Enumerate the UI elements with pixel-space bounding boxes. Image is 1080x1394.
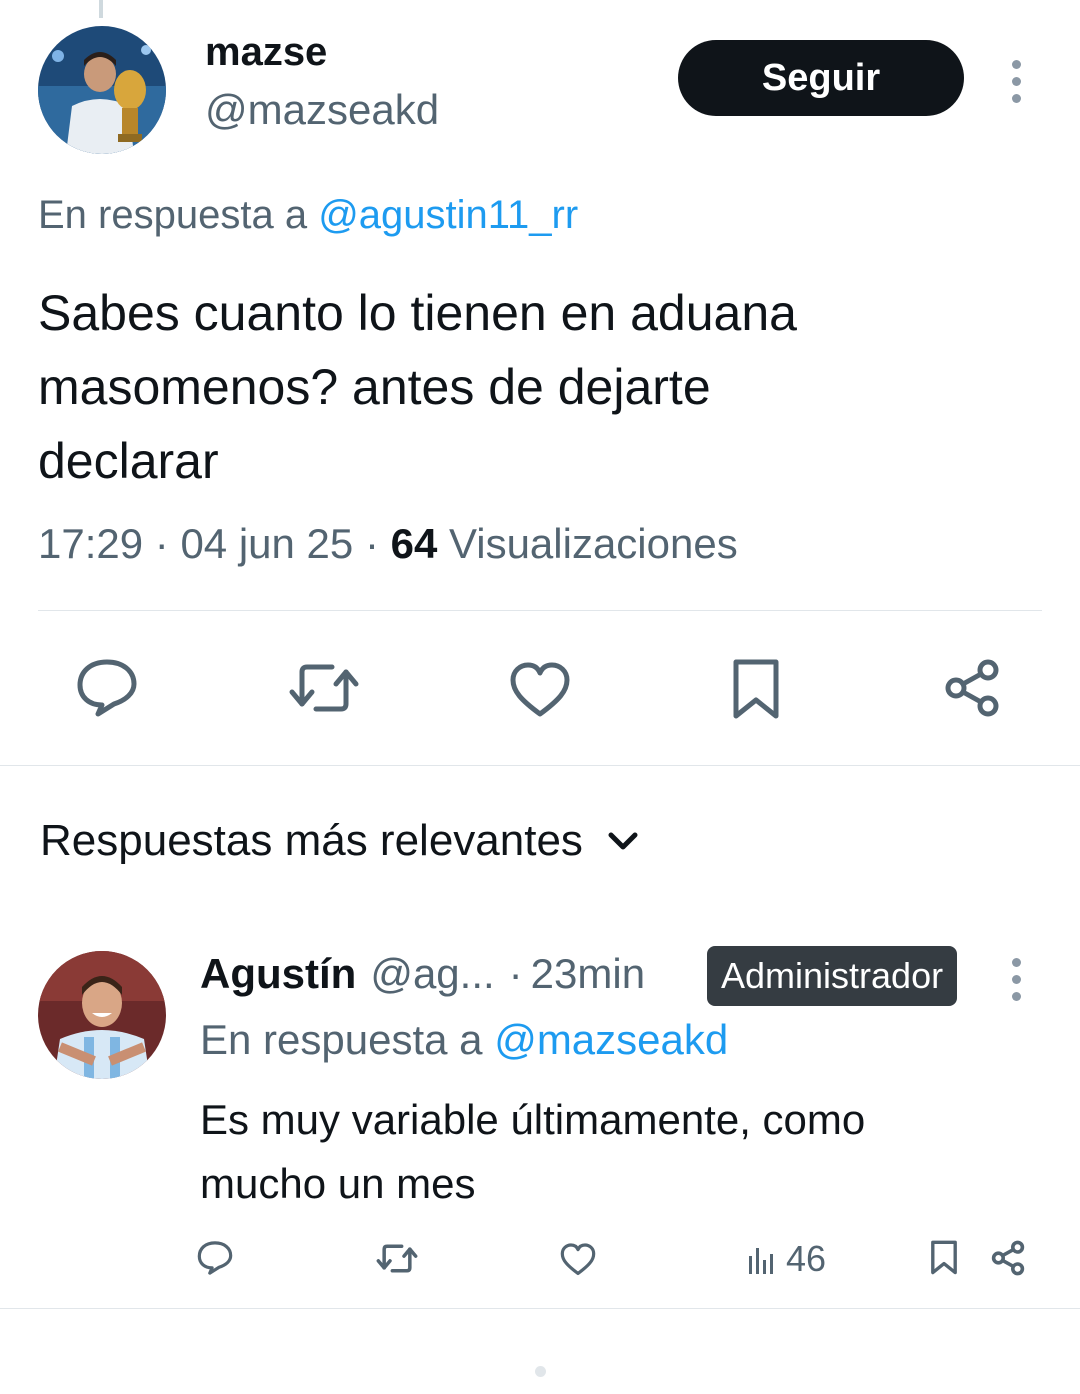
reply-more-options-icon[interactable] bbox=[1011, 958, 1021, 1001]
tweet-date[interactable]: 04 jun 25 bbox=[180, 520, 353, 567]
reply-in-reply-to-handle-link[interactable]: @mazseakd bbox=[494, 1016, 728, 1063]
reply-text-line: mucho un mes bbox=[200, 1160, 476, 1207]
like-icon[interactable] bbox=[560, 1243, 596, 1276]
tweet-text-line: masomenos? antes de dejarte bbox=[38, 359, 711, 415]
tweet-time[interactable]: 17:29 bbox=[38, 520, 143, 567]
author-handle[interactable]: @mazseakd bbox=[205, 86, 439, 134]
replies-sort-dropdown[interactable]: Respuestas más relevantes bbox=[40, 816, 639, 866]
section-divider bbox=[0, 765, 1080, 766]
reply-in-reply-to: En respuesta a @mazseakd bbox=[200, 1016, 728, 1064]
bookmark-icon[interactable] bbox=[930, 1240, 958, 1276]
reply-text-line: Es muy variable últimamente, como bbox=[200, 1096, 866, 1143]
reply-in-reply-to-label: En respuesta a bbox=[200, 1016, 483, 1063]
views-label: Visualizaciones bbox=[448, 520, 738, 567]
thread-connector-line bbox=[99, 0, 103, 18]
avatar-mazse[interactable] bbox=[38, 26, 166, 154]
replies-sort-label: Respuestas más relevantes bbox=[40, 816, 583, 865]
in-reply-to: En respuesta a @agustin11_rr bbox=[38, 193, 578, 238]
bookmark-icon[interactable] bbox=[731, 658, 781, 722]
retweet-icon[interactable] bbox=[288, 660, 360, 716]
admin-badge: Administrador bbox=[707, 946, 958, 1006]
author-display-name[interactable]: mazse bbox=[205, 30, 327, 75]
tweet-meta: 17:29 · 04 jun 25 · 64 Visualizaciones bbox=[38, 520, 738, 567]
reply-views-count: 46 bbox=[786, 1238, 827, 1279]
reply-author-name[interactable]: Agustín bbox=[200, 950, 356, 998]
reply-text: Es muy variable últimamente, como mucho … bbox=[200, 1088, 865, 1216]
divider bbox=[38, 610, 1042, 611]
in-reply-to-label: En respuesta a bbox=[38, 193, 308, 237]
views-icon bbox=[749, 1248, 773, 1274]
tweet-text-line: declarar bbox=[38, 433, 219, 489]
views-count: 64 bbox=[390, 520, 438, 567]
reply-time[interactable]: 23min bbox=[531, 950, 645, 998]
avatar-agustin[interactable] bbox=[38, 951, 166, 1079]
share-icon[interactable] bbox=[942, 658, 1002, 718]
like-icon[interactable] bbox=[509, 662, 571, 718]
retweet-icon[interactable] bbox=[376, 1242, 418, 1275]
more-options-icon[interactable] bbox=[1011, 60, 1021, 103]
reply-icon[interactable] bbox=[197, 1240, 233, 1276]
reply-author-handle[interactable]: @ag... bbox=[370, 950, 494, 998]
chevron-down-icon bbox=[608, 832, 638, 850]
divider bbox=[0, 1308, 1080, 1309]
tweet-text-line: Sabes cuanto lo tienen en aduana bbox=[38, 285, 797, 341]
in-reply-to-handle-link[interactable]: @agustin11_rr bbox=[318, 193, 578, 237]
views-stat[interactable]: 46 bbox=[748, 1238, 826, 1280]
share-icon[interactable] bbox=[990, 1240, 1026, 1276]
tweet-text: Sabes cuanto lo tienen en aduana masomen… bbox=[38, 276, 797, 498]
reply-icon[interactable] bbox=[76, 658, 138, 718]
reply-header: Agustín @ag... · 23min bbox=[200, 950, 646, 998]
loading-indicator bbox=[535, 1366, 546, 1377]
follow-button[interactable]: Seguir bbox=[678, 40, 964, 116]
